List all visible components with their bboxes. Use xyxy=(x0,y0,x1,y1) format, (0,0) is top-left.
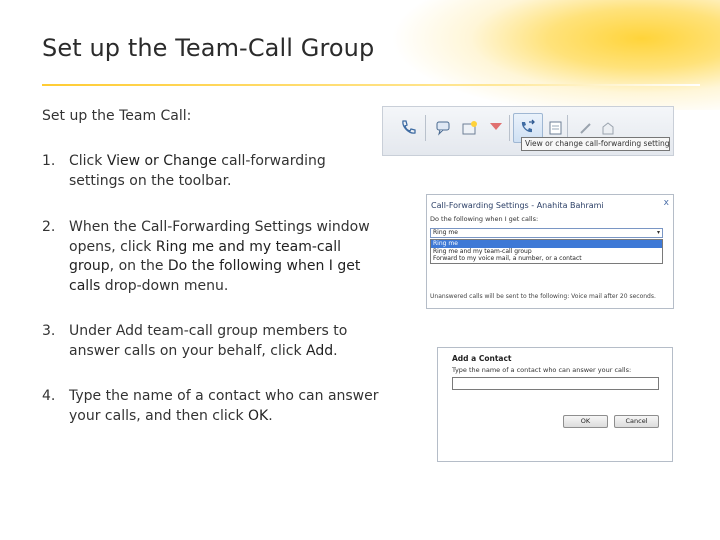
step-text-part: , on the xyxy=(109,258,168,274)
step-text: When the Call-Forwarding Settings window… xyxy=(69,218,384,296)
call-forwarding-screenshot: Call-Forwarding Settings - Anahita Bahra… xyxy=(426,194,674,309)
toolbar-separator xyxy=(425,115,426,141)
forwarding-dropdown[interactable]: Ring me ▾ xyxy=(430,228,663,238)
step-text-part: drop-down menu. xyxy=(100,277,229,294)
ok-button[interactable]: OK xyxy=(563,415,608,428)
chevron-down-icon: ▾ xyxy=(656,229,660,236)
dropdown-options: Ring me Ring me and my team-call group F… xyxy=(430,239,663,264)
step-number: 1. xyxy=(42,153,56,169)
step-text-part: Type the name of a contact who can answe… xyxy=(69,388,379,424)
slide-title: Set up the Team-Call Group xyxy=(42,34,375,62)
toolbar-separator xyxy=(509,115,510,141)
phone-icon[interactable] xyxy=(393,113,423,143)
forwarding-summary: Unanswered calls will be sent to the fol… xyxy=(430,293,656,300)
dialog-title: Add a Contact xyxy=(452,354,512,363)
step-ui-term: View or Change xyxy=(106,153,217,169)
flag-icon[interactable] xyxy=(481,113,511,143)
step-text: Under Add team-call group members to ans… xyxy=(69,322,384,361)
close-icon[interactable]: x xyxy=(664,198,669,208)
step-text-part: . xyxy=(333,342,338,359)
dropdown-value: Ring me xyxy=(433,229,458,236)
dropdown-option-ring-me[interactable]: Ring me xyxy=(431,240,662,248)
add-contact-screenshot: Add a Contact Type the name of a contact… xyxy=(437,347,673,462)
step-text: Click View or Change call-forwarding set… xyxy=(69,152,384,191)
intro-text: Set up the Team Call: xyxy=(42,108,192,124)
contact-name-input[interactable] xyxy=(452,377,659,390)
step-text-part: Click xyxy=(69,153,107,169)
step-number: 2. xyxy=(42,219,56,235)
step-number: 3. xyxy=(42,323,56,339)
dropdown-option-forward[interactable]: Forward to my voice mail, a number, or a… xyxy=(431,255,662,263)
cancel-button[interactable]: Cancel xyxy=(614,415,659,428)
step-ui-term: Add xyxy=(306,342,334,359)
step-text: Type the name of a contact who can answe… xyxy=(69,387,384,426)
step-ui-term: OK xyxy=(248,407,269,424)
dropdown-label: Do the following when I get calls: xyxy=(430,215,539,223)
step-number: 4. xyxy=(42,388,56,404)
toolbar-tooltip: View or change call-forwarding settings xyxy=(521,137,670,151)
dropdown-option-ring-team[interactable]: Ring me and my team-call group xyxy=(431,248,662,256)
contact-label: Type the name of a contact who can answe… xyxy=(452,366,632,374)
step-text-part: . xyxy=(268,407,273,424)
window-title: Call-Forwarding Settings - Anahita Bahra… xyxy=(431,201,604,210)
title-divider xyxy=(42,84,700,86)
